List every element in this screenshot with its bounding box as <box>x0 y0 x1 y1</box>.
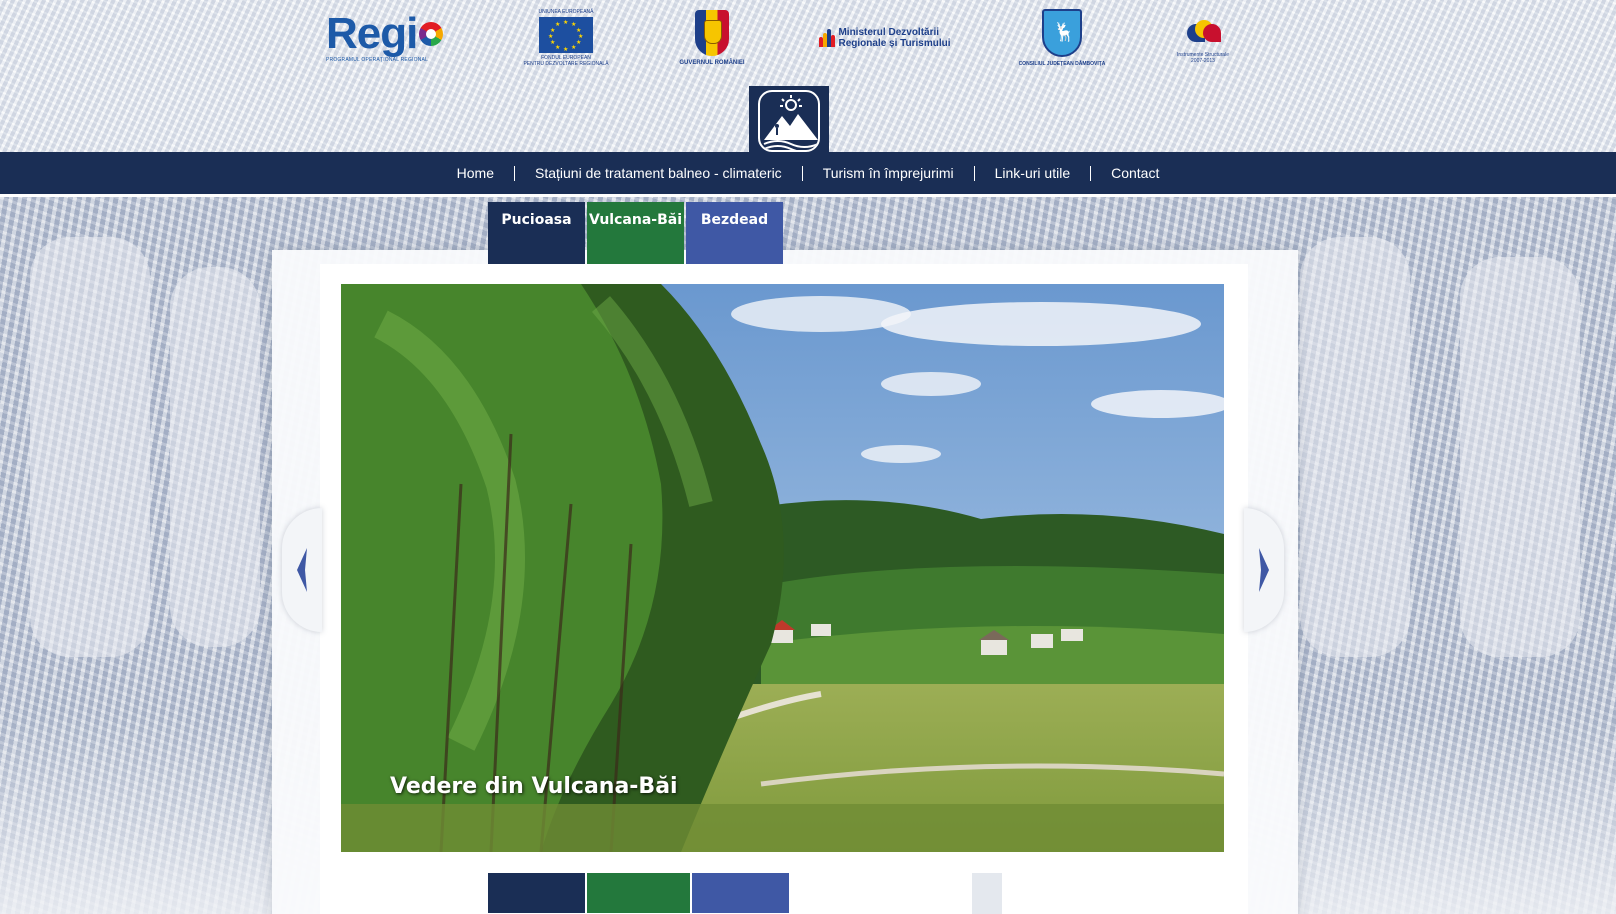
bottom-block-bezdead[interactable] <box>692 873 789 913</box>
eu-logo-line2: PENTRU DEZVOLTARE REGIONALĂ <box>523 61 609 67</box>
slider-prev-button[interactable] <box>282 508 322 632</box>
eu-logo-title: UNIUNEA EUROPEANĂ <box>538 9 594 15</box>
regio-logo[interactable]: Regi PROGRAMUL OPERAȚIONAL REGIONAL <box>326 6 458 70</box>
slider-image[interactable]: Vedere din Vulcana-Băi <box>341 284 1224 852</box>
structural-instruments-icon <box>1181 12 1225 52</box>
chevron-right-icon <box>1259 548 1269 592</box>
eu-logo[interactable]: UNIUNEA EUROPEANĂ ★ ★ ★ ★ ★ ★ ★ ★ ★ ★ ★ ★ FONDUL… <box>520 6 612 70</box>
ministry-line2: Regionale și Turismului <box>838 38 951 49</box>
regio-color-wheel-icon <box>419 22 444 46</box>
tab-vulcana-bai[interactable]: Vulcana-Băi <box>587 202 684 264</box>
government-logo[interactable]: GUVERNUL ROMÂNIEI <box>675 6 749 70</box>
tab-pucioasa[interactable]: Pucioasa <box>488 202 585 264</box>
ministry-mark-icon <box>819 29 836 47</box>
regio-logo-subtitle: PROGRAMUL OPERAȚIONAL REGIONAL <box>326 57 429 63</box>
regio-logo-text: Regi <box>326 9 418 58</box>
government-logo-caption: GUVERNUL ROMÂNIEI <box>679 60 745 66</box>
nav-home[interactable]: Home <box>437 165 514 181</box>
ministry-line1: Ministerul Dezvoltării <box>838 27 940 38</box>
tab-bezdead[interactable]: Bezdead <box>686 202 783 264</box>
eu-flag-icon: ★ ★ ★ ★ ★ ★ ★ ★ ★ ★ ★ ★ <box>539 17 593 53</box>
location-tabs: Pucioasa Vulcana-Băi Bezdead <box>488 202 783 264</box>
site-logo[interactable] <box>749 86 829 156</box>
bottom-color-blocks <box>488 873 789 913</box>
mountain-sun-icon <box>758 90 820 152</box>
nav-useful-links[interactable]: Link-uri utile <box>975 165 1090 181</box>
county-council-logo[interactable]: CONSILIUL JUDEȚEAN DÂMBOVIȚA <box>1016 6 1108 70</box>
sponsor-logos: Regi PROGRAMUL OPERAȚIONAL REGIONAL UNIU… <box>0 6 1616 72</box>
structural-instruments-logo[interactable]: Instrumente Structurale 2007-2013 <box>1166 6 1240 70</box>
slide-caption: Vedere din Vulcana-Băi <box>390 774 678 799</box>
nav-contact[interactable]: Contact <box>1091 165 1179 181</box>
county-council-caption: CONSILIUL JUDEȚEAN DÂMBOVIȚA <box>1018 61 1106 67</box>
deer-shield-icon <box>1042 9 1082 57</box>
nav-list: Home Stațiuni de tratament balneo - clim… <box>437 152 1180 194</box>
coat-of-arms-icon <box>695 10 729 56</box>
structural-instruments-line2: 2007-2013 <box>1191 58 1215 64</box>
bottom-decorative-strip <box>972 873 1002 914</box>
landscape-photo <box>341 284 1224 852</box>
ministry-logo[interactable]: Ministerul Dezvoltării Regionale și Turis… <box>816 6 954 70</box>
bottom-block-pucioasa[interactable] <box>488 873 585 913</box>
nav-nearby-tourism[interactable]: Turism în împrejurimi <box>803 165 974 181</box>
chevron-left-icon <box>297 548 307 592</box>
bottom-block-vulcana-bai[interactable] <box>587 873 690 913</box>
main-navigation: Home Stațiuni de tratament balneo - clim… <box>0 152 1616 197</box>
nav-spa-resorts[interactable]: Stațiuni de tratament balneo - climateri… <box>515 165 802 181</box>
